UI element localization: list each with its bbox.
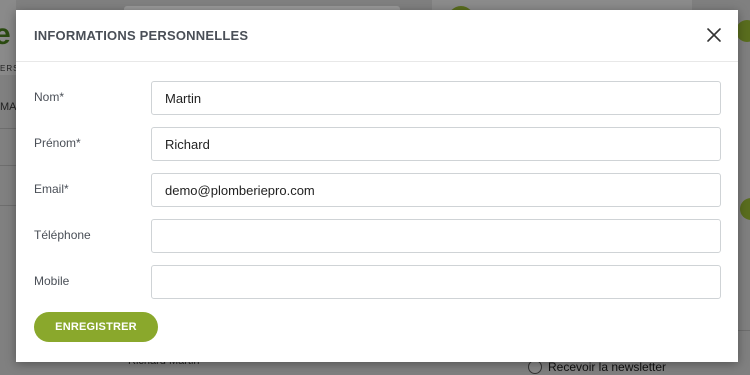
field-label-nom: Nom* (34, 90, 65, 104)
required-mark: * (76, 136, 81, 150)
nom-input[interactable] (151, 81, 721, 115)
close-icon (707, 28, 721, 42)
nav-item-fragment: MA (0, 101, 17, 113)
newsletter-label: Recevoir la newsletter (548, 360, 667, 374)
logo: e (0, 18, 11, 51)
required-mark: * (59, 90, 65, 104)
personal-info-modal: INFORMATIONS PERSONNELLES Nom* Prénom* E… (16, 10, 738, 362)
background-newsletter-option: Recevoir la newsletter (528, 360, 666, 374)
field-label-telephone: Téléphone (34, 228, 91, 242)
form-row-prenom: Prénom* (16, 127, 738, 161)
telephone-input[interactable] (151, 219, 721, 253)
required-mark: * (64, 182, 69, 196)
save-button[interactable]: ENREGISTRER (34, 312, 158, 342)
mobile-input[interactable] (151, 265, 721, 299)
email-input[interactable] (151, 173, 721, 207)
form-row-email: Email* (16, 173, 738, 207)
background-round-button-2 (740, 198, 750, 220)
modal-title: INFORMATIONS PERSONNELLES (34, 28, 249, 43)
newsletter-radio (528, 360, 542, 374)
field-label-email: Email* (34, 182, 69, 196)
close-button[interactable] (704, 25, 724, 45)
form-row-mobile: Mobile (16, 265, 738, 299)
field-label-mobile: Mobile (34, 274, 70, 288)
background-round-button (736, 20, 750, 42)
field-label-prenom: Prénom* (34, 136, 81, 150)
form-row-nom: Nom* (16, 81, 738, 115)
prenom-input[interactable] (151, 127, 721, 161)
form-row-telephone: Téléphone (16, 219, 738, 253)
modal-header: INFORMATIONS PERSONNELLES (16, 10, 738, 62)
